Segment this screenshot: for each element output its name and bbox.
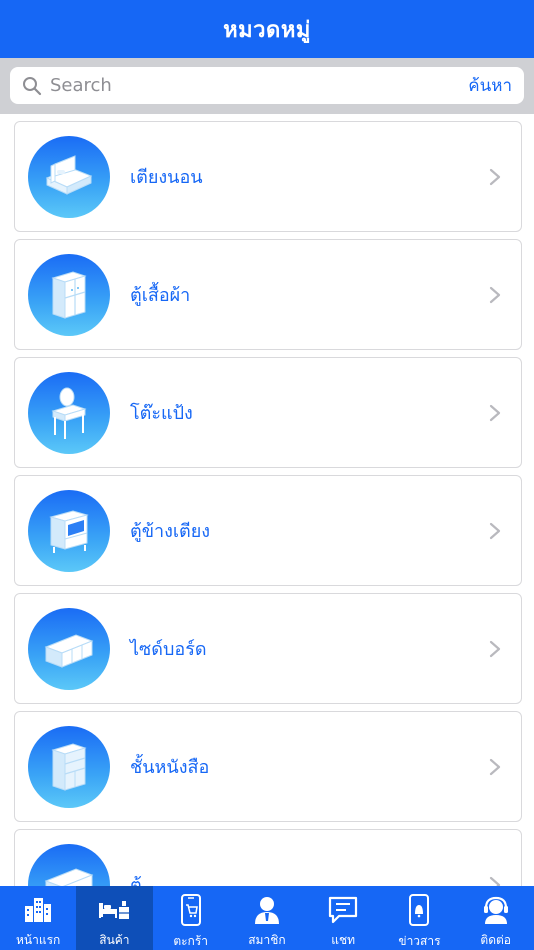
- category-item-wardrobe[interactable]: ตู้เสื้อผ้า: [14, 239, 522, 350]
- dressing-table-icon: [28, 371, 110, 454]
- category-item-bed[interactable]: เตียงนอน: [14, 121, 522, 232]
- tab-label: ติดต่อ: [480, 933, 512, 947]
- tab-member[interactable]: สมาชิก: [229, 886, 305, 950]
- chevron-right-icon: [487, 167, 503, 187]
- furniture-icon: [98, 894, 130, 925]
- search-box[interactable]: ค้นหา: [10, 67, 524, 104]
- category-list[interactable]: เตียงนอน ตู้เสื้อผ้า โต๊ะแป้ง ตู้ข้างเตี…: [0, 114, 534, 886]
- category-item-bookshelf[interactable]: ชั้นหนังสือ: [14, 711, 522, 822]
- tab-chat[interactable]: แชท: [305, 886, 381, 950]
- chevron-right-icon: [487, 521, 503, 541]
- chevron-right-icon: [487, 757, 503, 777]
- tab-contact[interactable]: ติดต่อ: [458, 886, 534, 950]
- tab-cart[interactable]: ตะกร้า: [153, 886, 229, 950]
- news-bell-icon: [403, 894, 435, 926]
- category-label: ตู้เสื้อผ้า: [130, 285, 191, 306]
- category-item-dressing-table[interactable]: โต๊ะแป้ง: [14, 357, 522, 468]
- app-screen: หมวดหมู่ ค้นหา เตียงนอน: [0, 0, 534, 950]
- chevron-right-icon: [487, 639, 503, 659]
- tab-label: ข่าวสาร: [398, 934, 441, 948]
- tab-label: แชท: [331, 933, 356, 947]
- tab-label: ตะกร้า: [173, 934, 208, 948]
- member-icon: [251, 894, 283, 925]
- category-item-cabinet[interactable]: ตู้: [14, 829, 522, 886]
- tab-home[interactable]: หน้าแรก: [0, 886, 76, 950]
- search-bar: ค้นหา: [0, 58, 534, 114]
- page-title: หมวดหมู่: [223, 17, 311, 43]
- tab-products[interactable]: สินค้า: [76, 886, 153, 950]
- category-item-sideboard[interactable]: ไซด์บอร์ด: [14, 593, 522, 704]
- category-item-nightstand[interactable]: ตู้ข้างเตียง: [14, 475, 522, 586]
- building-icon: [22, 894, 54, 925]
- category-label: ชั้นหนังสือ: [130, 757, 210, 778]
- cart-phone-icon: [175, 894, 207, 926]
- cabinet-icon: [28, 843, 110, 886]
- header-bar: หมวดหมู่: [0, 0, 534, 58]
- chat-icon: [327, 894, 359, 925]
- tab-label: สินค้า: [99, 933, 130, 947]
- category-label: ตู้: [130, 875, 142, 886]
- search-input[interactable]: [44, 75, 469, 96]
- bed-icon: [28, 135, 110, 218]
- bottom-tab-bar: หน้าแรก สินค้า ตะกร้า สมาชิก แชท ข่าวสาร…: [0, 886, 534, 950]
- tab-news[interactable]: ข่าวสาร: [381, 886, 457, 950]
- category-label: ไซด์บอร์ด: [130, 639, 207, 660]
- bookshelf-icon: [28, 725, 110, 808]
- chevron-right-icon: [487, 403, 503, 423]
- category-label: ตู้ข้างเตียง: [130, 521, 211, 542]
- tab-label: หน้าแรก: [15, 933, 61, 947]
- category-label: เตียงนอน: [130, 167, 203, 188]
- search-icon: [20, 74, 44, 98]
- chevron-right-icon: [487, 875, 503, 886]
- nightstand-icon: [28, 489, 110, 572]
- chevron-right-icon: [487, 285, 503, 305]
- wardrobe-icon: [28, 253, 110, 336]
- support-icon: [480, 894, 512, 925]
- tab-label: สมาชิก: [248, 933, 286, 947]
- sideboard-icon: [28, 607, 110, 690]
- category-label: โต๊ะแป้ง: [130, 403, 193, 424]
- search-submit-button[interactable]: ค้นหา: [468, 72, 512, 99]
